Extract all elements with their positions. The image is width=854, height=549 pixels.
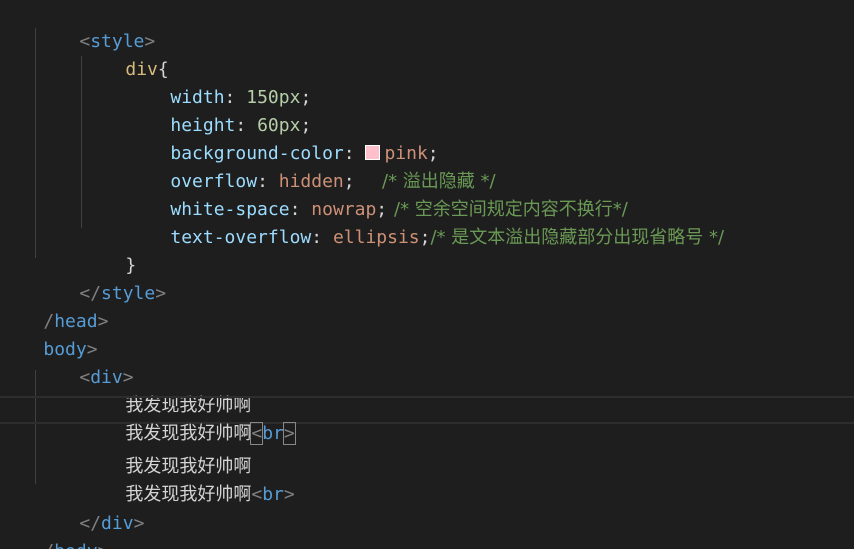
tag-name: body [54,541,97,549]
code-line[interactable]: background-color: pink; [0,112,854,164]
code-line[interactable]: } [0,224,854,276]
code-line[interactable]: </div> [0,482,854,534]
code-line[interactable]: height: 60px; [0,84,854,136]
code-line[interactable]: <div> [0,336,854,388]
code-line[interactable]: white-space: nowrap;/* 空余空间规定内容不换行*/ [0,168,854,220]
code-line[interactable]: /head> [0,280,854,332]
code-line[interactable]: /body> [0,510,854,549]
code-editor[interactable]: <style> div{ width: 150px; height: 60px;… [0,0,854,549]
code-line[interactable]: div{ [0,28,854,80]
code-line[interactable]: body> [0,308,854,360]
code-line[interactable]: text-overflow: ellipsis;/* 是文本溢出隐藏部分出现省略… [0,196,854,248]
code-line[interactable]: width: 150px; [0,56,854,108]
tag-bracket: / [43,541,54,549]
code-line-current[interactable]: 我发现我好帅啊<br> [0,396,854,445]
code-line[interactable]: 我发现我好帅啊<br> [0,453,854,505]
code-line[interactable]: <style> [0,0,854,52]
code-line[interactable]: overflow: hidden;/* 溢出隐藏 */ [0,140,854,192]
tag-bracket: > [98,541,109,549]
code-line[interactable]: 我发现我好帅啊 [0,364,854,416]
code-line[interactable]: </style> [0,252,854,304]
code-line[interactable]: 我发现我好帅啊 [0,425,854,477]
